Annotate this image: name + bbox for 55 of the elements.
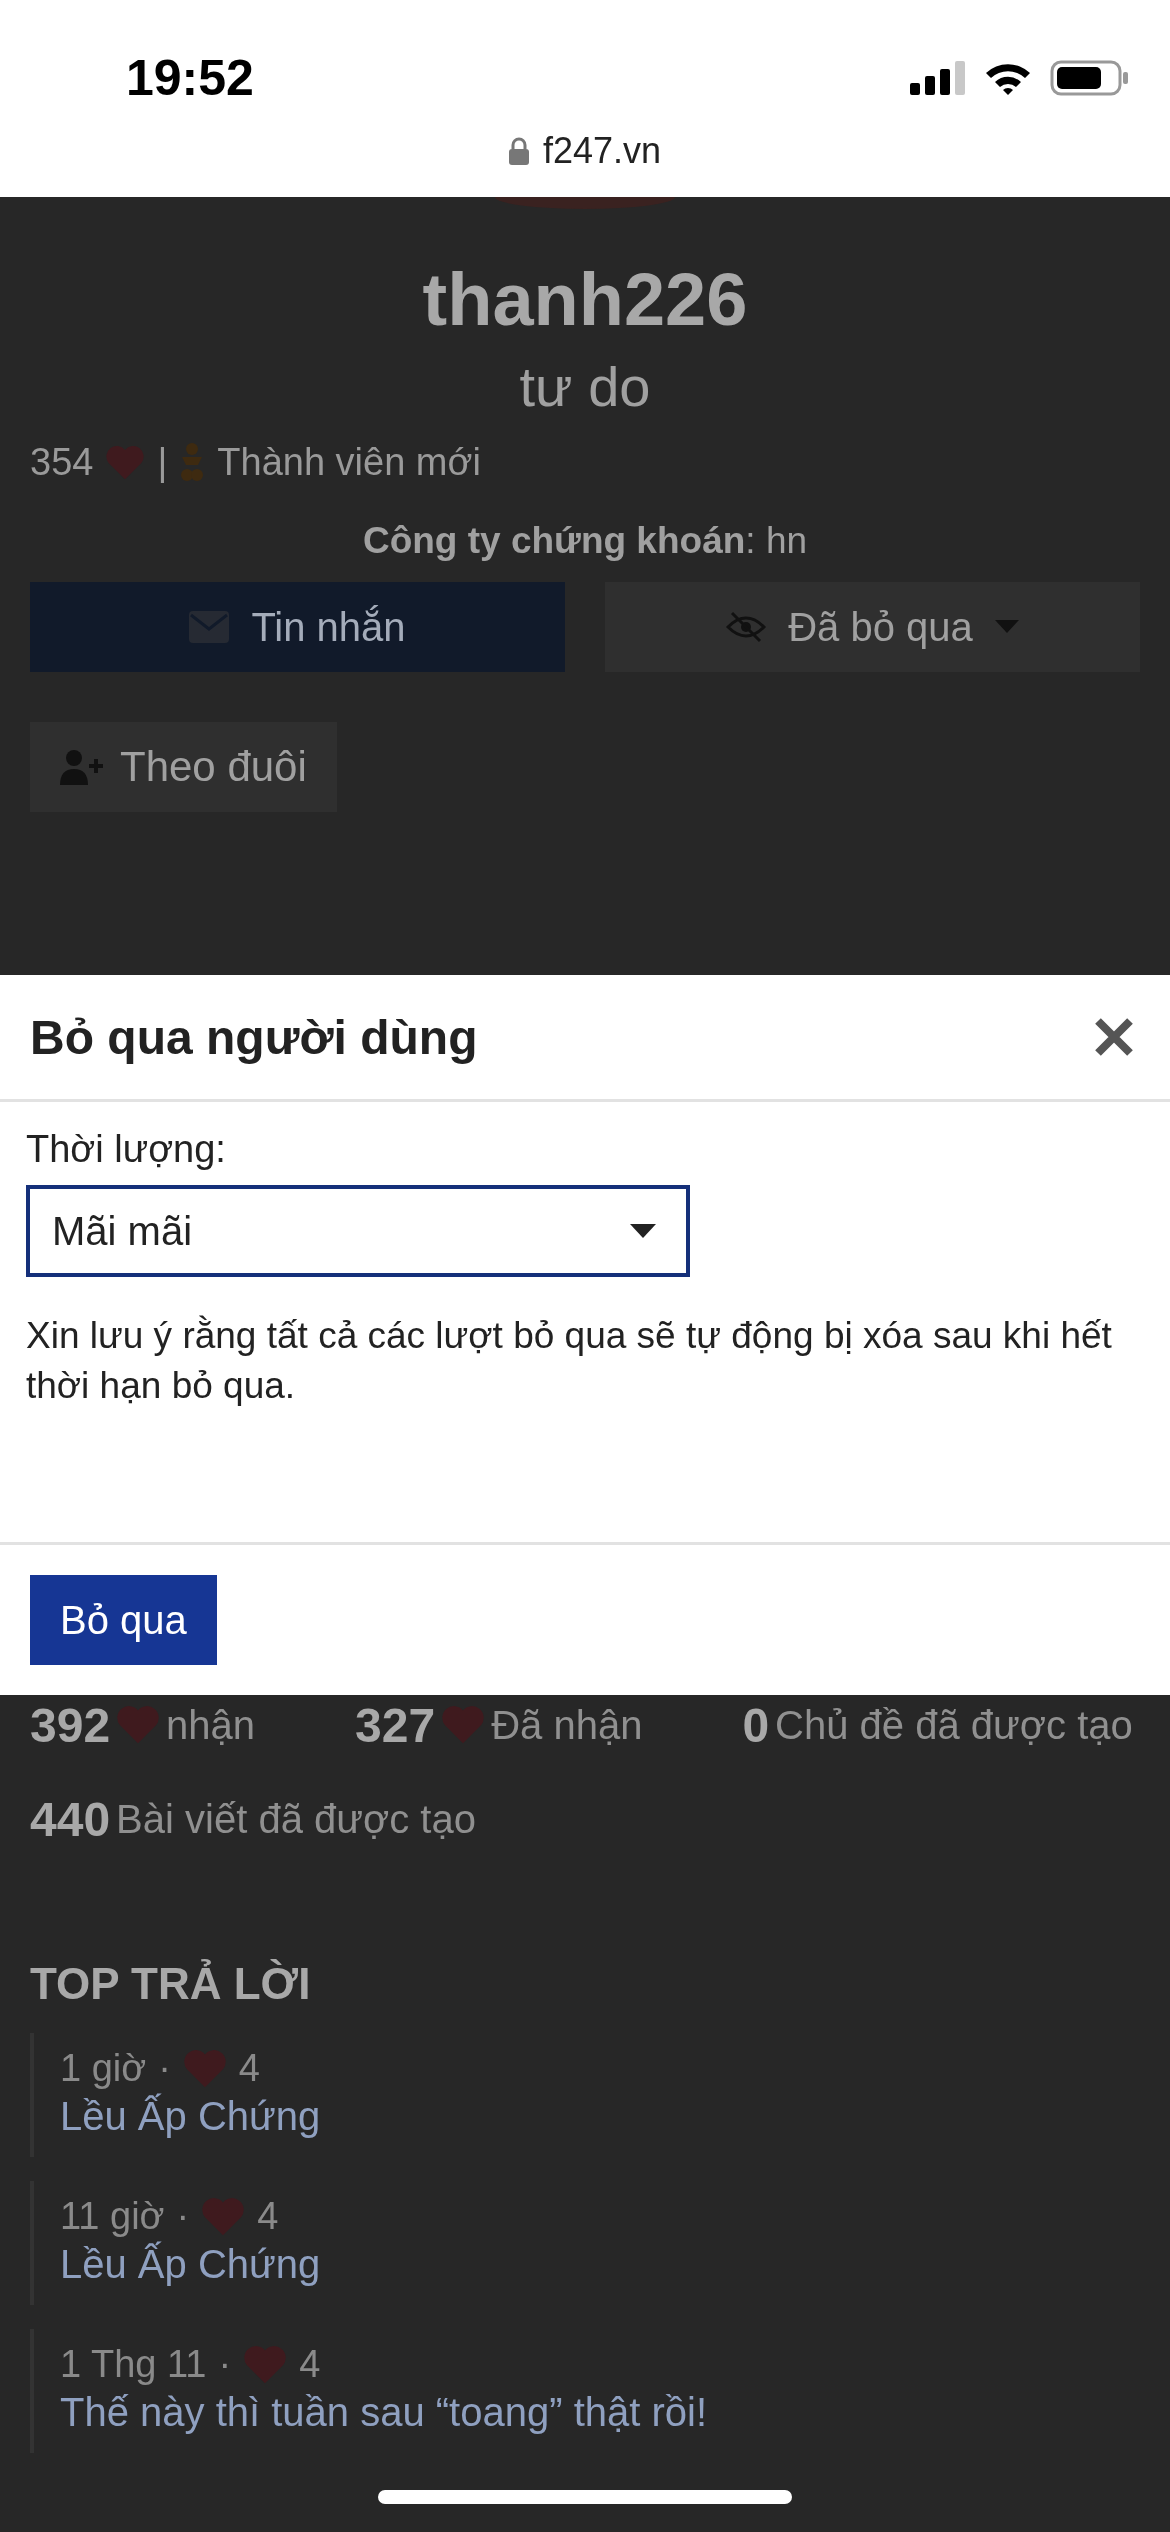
eye-slash-icon xyxy=(726,611,767,643)
reply-likes: 4 xyxy=(299,2343,321,2386)
reply-card[interactable]: 1 Thg 11 · 4 Thế này thì tuần sau “toang” thật rồi! xyxy=(30,2329,1140,2453)
heart-icon xyxy=(441,1705,486,1745)
battery-icon xyxy=(1050,60,1130,96)
address-bar-url[interactable]: f247.vn xyxy=(542,130,662,172)
caret-icon xyxy=(630,1224,656,1238)
stat-value: 0 xyxy=(742,1697,770,1753)
reply-title-link[interactable]: Lều Ấp Chứng xyxy=(60,2242,1114,2287)
separator-dot: · xyxy=(218,2343,232,2386)
reply-likes: 4 xyxy=(238,2047,260,2090)
stat-value: 392 xyxy=(30,1697,111,1753)
separator-text: | xyxy=(157,441,168,484)
heart-icon xyxy=(243,2344,288,2385)
ignore-button[interactable]: Bỏ qua xyxy=(30,1575,217,1665)
username: thanh226 xyxy=(421,257,749,342)
wifi-icon xyxy=(984,61,1032,95)
stat-label: Chủ đề đã được tạo xyxy=(775,1702,1133,1748)
reply-title-link[interactable]: Thế này thì tuần sau “toang” thật rồi! xyxy=(60,2390,1114,2435)
heart-icon xyxy=(201,2196,246,2237)
heart-icon xyxy=(182,2048,227,2089)
reply-card[interactable]: 11 giờ · 4 Lều Ấp Chứng xyxy=(30,2181,1140,2305)
note-text: Xin lưu ý rằng tất cả các lượt bỏ qua sẽ tự động bị xóa sau khi hết thời hạn bỏ qua. xyxy=(26,1314,1113,1408)
reply-title-link[interactable]: Lều Ấp Chứng xyxy=(60,2094,1114,2139)
reply-time: 11 giờ xyxy=(60,2195,165,2238)
like-count: 354 xyxy=(30,441,94,484)
caret-icon xyxy=(994,620,1019,634)
user-title: tư do xyxy=(518,354,652,419)
duration-label: Thời lượng: xyxy=(26,1128,227,1171)
heart-icon xyxy=(116,1705,161,1745)
reply-likes: 4 xyxy=(257,2195,279,2238)
separator-dot: · xyxy=(158,2047,171,2090)
member-rank: Thành viên mới xyxy=(217,441,481,484)
close-icon[interactable] xyxy=(1094,1017,1134,1057)
separator-dot: · xyxy=(176,2195,190,2238)
follow-button[interactable]: Theo đuôi xyxy=(30,722,337,812)
dialog-title: Bỏ qua người dùng xyxy=(30,1009,478,1065)
duration-select[interactable]: Mãi mãi xyxy=(26,1185,690,1277)
stat-label: Đã nhận xyxy=(491,1702,643,1748)
lock-icon xyxy=(508,137,529,165)
status-time: 19:52 xyxy=(126,49,254,107)
section-heading: TOP TRẢ LỜI xyxy=(30,1959,312,2009)
stat-label: nhận xyxy=(166,1702,256,1748)
stat-label: Bài viết đã được tạo xyxy=(116,1796,476,1842)
company-info: Công ty chứng khoán: hn xyxy=(361,520,809,562)
reply-card[interactable]: 1 giờ · 4 Lều Ấp Chứng xyxy=(30,2033,1140,2157)
user-plus-icon xyxy=(60,749,104,785)
heart-icon xyxy=(105,444,146,481)
cellular-signal-icon xyxy=(910,61,966,95)
ignored-dropdown-button[interactable]: Đã bỏ qua xyxy=(605,582,1140,672)
reply-time: 1 giờ xyxy=(60,2047,147,2090)
stat-value: 440 xyxy=(30,1791,111,1847)
message-button[interactable]: Tin nhắn xyxy=(30,582,565,672)
reply-time: 1 Thg 11 xyxy=(60,2343,207,2386)
stat-value: 327 xyxy=(355,1697,436,1753)
